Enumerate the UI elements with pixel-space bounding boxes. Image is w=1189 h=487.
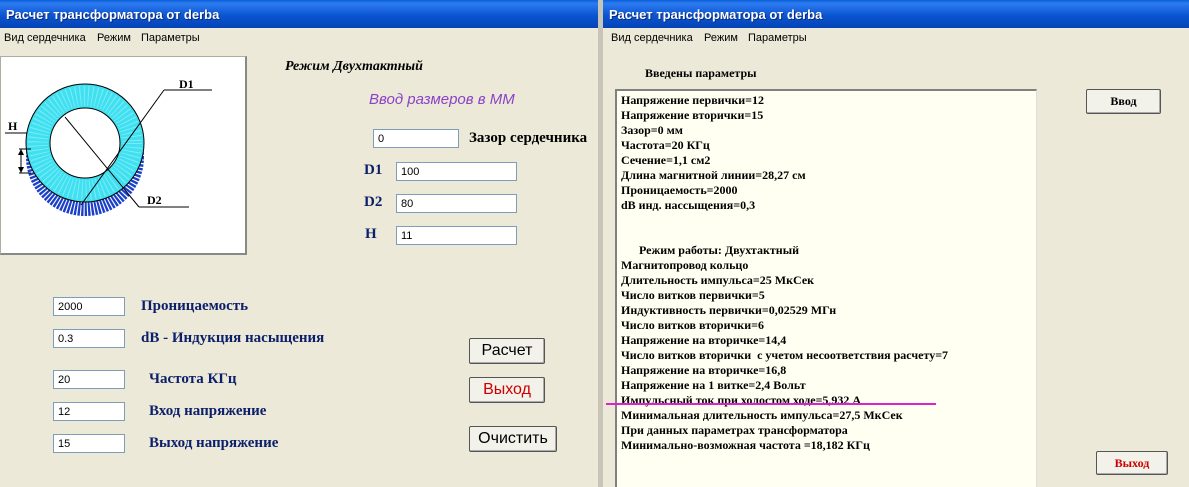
result-line: dB инд. нассыщения=0,3 <box>621 198 756 212</box>
h-input[interactable] <box>396 226 517 245</box>
core-diagram-panel: D1 D2 H <box>0 56 247 255</box>
result-line: Длительность импульса=25 МкСек <box>621 273 815 287</box>
result-line: Напряжение на вторичке=14,4 <box>621 333 787 347</box>
result-line: Частота=20 КГц <box>621 138 710 152</box>
right-title-bar[interactable]: Расчет трансформатора от derba <box>603 0 1189 28</box>
result-line-mode: Режим работы: Двухтактный <box>621 243 799 257</box>
induction-label: dB - Индукция насыщения <box>141 330 325 346</box>
result-line: Сечение=1,1 см2 <box>621 153 711 167</box>
clear-button[interactable]: Очистить <box>469 426 557 452</box>
frequency-label: Частота КГц <box>149 371 237 387</box>
right-exit-button[interactable]: Выход <box>1096 451 1168 475</box>
result-line: Индуктивность первички=0,02529 МГн <box>621 303 837 317</box>
result-line-highlighted: Импульсный ток при холостом ходе=5,932 А <box>621 393 862 407</box>
enter-button[interactable]: Ввод <box>1086 89 1161 114</box>
diagram-label-d2: D2 <box>147 193 162 207</box>
result-line: Число витков вторички=6 <box>621 318 764 332</box>
left-window-title: Расчет трансформатора от derba <box>6 7 220 22</box>
d2-input[interactable] <box>396 194 517 213</box>
mm-input-title: Ввод размеров в ММ <box>369 91 515 108</box>
right-window-title: Расчет трансформатора от derba <box>609 7 823 22</box>
diagram-label-d1: D1 <box>179 77 194 91</box>
left-menu-bar: Вид сердечника Режим Параметры <box>0 28 598 48</box>
gap-label: Зазор сердечника <box>469 130 588 146</box>
calculate-button[interactable]: Расчет <box>469 338 545 364</box>
permeability-input[interactable] <box>53 297 125 316</box>
result-line: При данных параметрах трансформатора <box>621 423 848 437</box>
right-menu-parameters[interactable]: Параметры <box>748 32 807 44</box>
result-line: Напряжение первички=12 <box>621 93 765 107</box>
results-textbox[interactable]: Напряжение первички=12 Напряжение вторич… <box>615 89 1037 487</box>
frequency-input[interactable] <box>53 370 125 389</box>
menu-mode[interactable]: Режим <box>97 32 131 44</box>
result-line: Число витков вторички с учетом несоответ… <box>621 348 949 362</box>
result-line: Напряжение на вторичке=16,8 <box>621 363 787 377</box>
voltage-out-label: Выход напряжение <box>149 435 279 451</box>
voltage-in-input[interactable] <box>53 402 125 421</box>
gap-input[interactable] <box>373 129 459 148</box>
permeability-label: Проницаемость <box>141 298 249 314</box>
right-menu-bar: Вид сердечника Режим Параметры <box>603 28 1189 48</box>
left-window: Расчет трансформатора от derba Вид серде… <box>0 0 598 487</box>
result-line: Минимальная длительность импульса=27,5 М… <box>621 408 903 422</box>
exit-button[interactable]: Выход <box>469 377 545 403</box>
result-line: Зазор=0 мм <box>621 123 683 137</box>
induction-input[interactable] <box>53 329 125 348</box>
voltage-out-input[interactable] <box>53 434 125 453</box>
entered-parameters-title: Введены параметры <box>645 66 757 80</box>
d1-input[interactable] <box>396 162 517 181</box>
result-line: Длина магнитной линии=28,27 см <box>621 168 806 182</box>
result-line: Минимально-возможная частота =18,182 КГц <box>621 438 870 452</box>
mode-title: Режим Двухтактный <box>285 59 423 74</box>
d1-label: D1 <box>364 162 383 178</box>
voltage-in-label: Вход напряжение <box>149 403 267 419</box>
result-line: Напряжение вторички=15 <box>621 108 764 122</box>
right-menu-mode[interactable]: Режим <box>704 32 738 44</box>
right-menu-core-view[interactable]: Вид сердечника <box>611 32 693 44</box>
highlight-underline <box>606 403 936 405</box>
result-line: Напряжение на 1 витке=2,4 Вольт <box>621 378 806 392</box>
result-line: Проницаемость=2000 <box>621 183 738 197</box>
menu-core-view[interactable]: Вид сердечника <box>4 32 86 44</box>
toroid-core-diagram: D1 D2 H <box>5 77 212 216</box>
result-line: Магнитопровод кольцо <box>621 258 749 272</box>
menu-parameters[interactable]: Параметры <box>141 32 200 44</box>
result-line: Число витков первички=5 <box>621 288 765 302</box>
left-title-bar[interactable]: Расчет трансформатора от derba <box>0 0 598 28</box>
d2-label: D2 <box>364 194 383 210</box>
diagram-label-h: H <box>8 119 18 133</box>
h-label: H <box>365 226 377 242</box>
